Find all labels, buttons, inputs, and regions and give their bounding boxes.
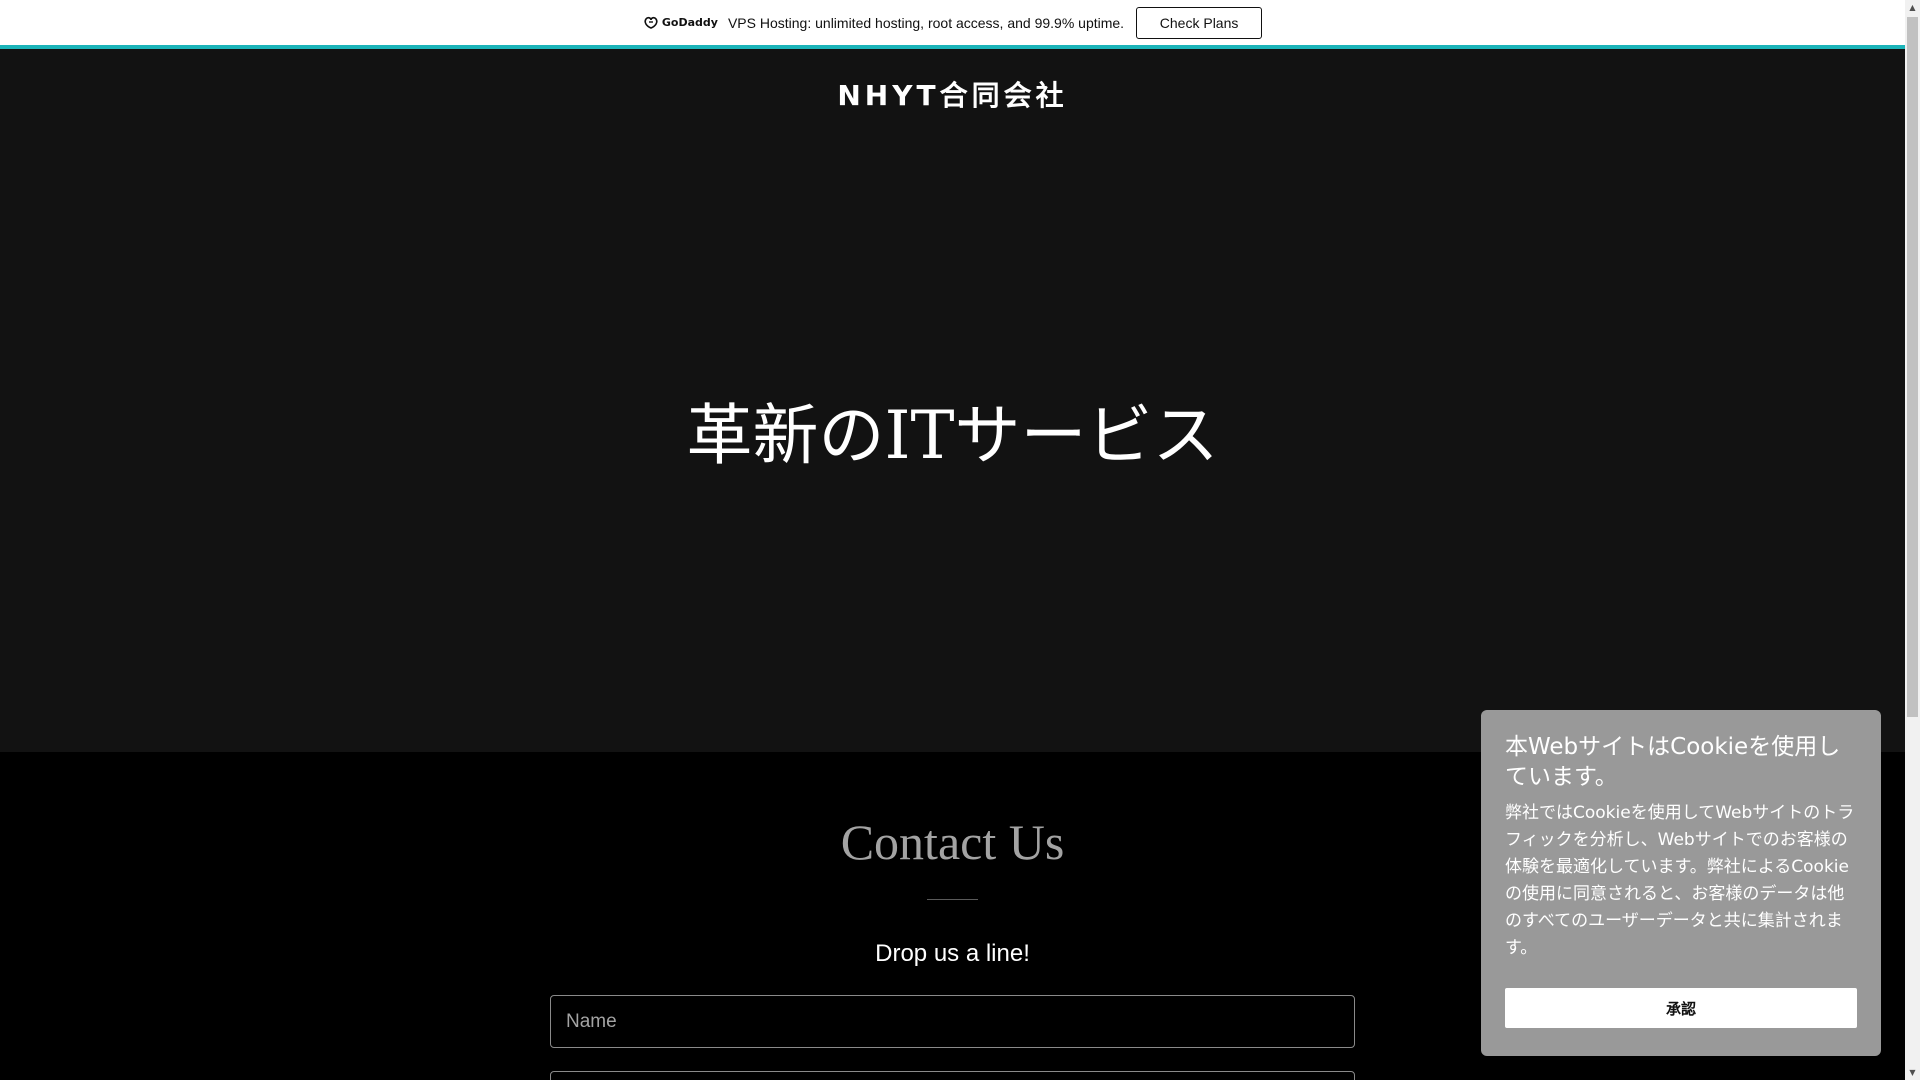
site-title[interactable]: NHYT合同会社 <box>0 74 1905 114</box>
godaddy-logo[interactable]: GoDaddy <box>643 16 718 30</box>
scroll-down-arrow-icon[interactable]: ▼ <box>1905 1065 1920 1080</box>
scroll-thumb[interactable] <box>1907 17 1918 717</box>
promo-message: VPS Hosting: unlimited hosting, root acc… <box>727 14 1125 31</box>
email-field[interactable] <box>550 1071 1355 1080</box>
cookie-title: 本WebサイトはCookieを使用しています。 <box>1505 734 1841 790</box>
cookie-body: 弊社ではCookieを使用してWebサイトのトラフィックを分析し、Webサイトで… <box>1505 803 1855 958</box>
hero-section: NHYT合同会社 革新のITサービス <box>0 49 1905 752</box>
cookie-banner: 本WebサイトはCookieを使用しています。 弊社ではCookieを使用してW… <box>1481 710 1881 1056</box>
check-plans-button[interactable]: Check Plans <box>1136 6 1263 39</box>
godaddy-logo-icon <box>644 16 658 29</box>
scroll-up-arrow-icon[interactable]: ▲ <box>1905 0 1920 15</box>
promo-bar: GoDaddy VPS Hosting: unlimited hosting, … <box>0 0 1905 49</box>
name-field[interactable] <box>550 995 1355 1048</box>
hero-heading: 革新のITサービス <box>686 397 1219 474</box>
cookie-accept-button[interactable]: 承認 <box>1505 988 1857 1028</box>
contact-divider <box>927 899 978 900</box>
godaddy-logo-text: GoDaddy <box>661 16 718 29</box>
vertical-scrollbar[interactable]: ▲ ▼ <box>1905 0 1920 1080</box>
page: GoDaddy VPS Hosting: unlimited hosting, … <box>0 0 1920 1080</box>
